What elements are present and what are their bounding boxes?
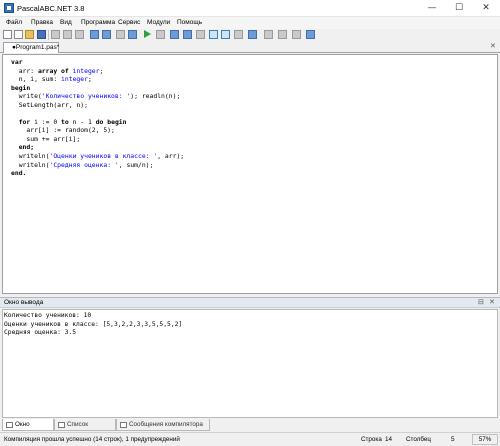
code-line: SetLength(arr, n); bbox=[11, 100, 88, 109]
toolbar bbox=[0, 29, 500, 41]
menu-edit[interactable]: Правка bbox=[31, 19, 53, 26]
code-line: write('Количество учеников: '); readln(n… bbox=[11, 92, 181, 101]
menu-bar: Файл Правка Вид Программа Сервис Модули … bbox=[0, 17, 500, 29]
menu-program[interactable]: Программа bbox=[81, 19, 115, 26]
help-icon[interactable] bbox=[306, 30, 315, 39]
output-pane-title: Окно вывода bbox=[4, 299, 44, 306]
undo-icon[interactable] bbox=[90, 30, 99, 39]
close-button[interactable]: ✕ bbox=[472, 0, 500, 17]
save-icon[interactable] bbox=[37, 30, 46, 39]
window-title: PascalABC.NET 3.8 bbox=[17, 4, 85, 13]
code-line: end. bbox=[11, 169, 27, 178]
options-icon[interactable] bbox=[292, 30, 301, 39]
status-message: Компиляция прошла успешно (14 строк), 1 … bbox=[4, 436, 180, 443]
tools-icon[interactable] bbox=[278, 30, 287, 39]
minimize-button[interactable]: — bbox=[418, 0, 446, 17]
code-line: arr: array of integer; bbox=[11, 66, 104, 75]
code-line: end; bbox=[11, 143, 35, 152]
maximize-button[interactable]: ☐ bbox=[445, 0, 473, 17]
copy-icon[interactable] bbox=[63, 30, 72, 39]
status-bar: Компиляция прошла успешно (14 строк), 1 … bbox=[0, 432, 500, 446]
code-text[interactable]: var arr: array of integer; n, i, sum: in… bbox=[11, 58, 184, 178]
code-line: writeln('Средняя оценка: ', sum/n); bbox=[11, 160, 154, 169]
form-icon[interactable] bbox=[248, 30, 257, 39]
new-file-icon[interactable] bbox=[3, 30, 12, 39]
run-icon[interactable] bbox=[144, 30, 151, 38]
output-line: Количество учеников: 10 bbox=[4, 312, 92, 319]
code-editor[interactable]: var arr: array of integer; n, i, sum: in… bbox=[2, 54, 498, 294]
tab-label: ●Program1.pas* bbox=[12, 44, 60, 51]
menu-service[interactable]: Сервис bbox=[118, 19, 140, 26]
code-line: arr[i] := random(2, 5); bbox=[11, 126, 115, 135]
editor-tab-strip: ●Program1.pas* bbox=[0, 41, 500, 53]
output-pane-header: Окно вывода ⊟ ✕ bbox=[0, 297, 500, 308]
step-icon[interactable] bbox=[183, 30, 192, 39]
debug-icon[interactable] bbox=[170, 30, 179, 39]
menu-help[interactable]: Помощь bbox=[177, 19, 202, 26]
code-line: n, i, sum: integer; bbox=[11, 75, 92, 84]
output-window[interactable]: Количество учеников: 10 Оценки учеников … bbox=[2, 309, 498, 418]
compiler-messages-icon bbox=[120, 422, 127, 428]
toolbar-separator bbox=[48, 30, 49, 40]
redo-icon[interactable] bbox=[102, 30, 111, 39]
layout3-icon[interactable] bbox=[234, 30, 243, 39]
menu-file[interactable]: Файл bbox=[6, 19, 22, 26]
code-line: var bbox=[11, 58, 23, 66]
column-label: Столбец bbox=[406, 436, 432, 443]
app-icon bbox=[4, 3, 14, 13]
tab-compiler-messages[interactable]: Сообщения компилятора bbox=[116, 419, 210, 431]
paste-icon[interactable] bbox=[75, 30, 84, 39]
open-icon[interactable] bbox=[25, 30, 34, 39]
error-list-icon bbox=[58, 422, 65, 428]
cut-icon[interactable] bbox=[51, 30, 60, 39]
code-line: writeln('Оценки учеников в классе: ', ar… bbox=[11, 152, 185, 161]
row-value: 14 bbox=[385, 436, 393, 443]
output-text: Количество учеников: 10 Оценки учеников … bbox=[4, 312, 182, 338]
layout2-icon[interactable] bbox=[221, 30, 230, 39]
new-window-icon[interactable] bbox=[14, 30, 23, 39]
tab-label: Сообщения компилятора bbox=[129, 421, 203, 428]
output-window-icon bbox=[6, 422, 13, 428]
bottom-tab-strip: Окно вывода Список ошибок Сообщения комп… bbox=[0, 419, 500, 440]
output-line: Оценки учеников в классе: [5,3,2,2,3,3,5… bbox=[4, 320, 183, 328]
column-value: 5 bbox=[451, 436, 455, 443]
layout-icon[interactable] bbox=[209, 30, 218, 39]
output-line: Средняя оценка: 3.5 bbox=[4, 329, 77, 337]
menu-view[interactable]: Вид bbox=[60, 19, 72, 26]
row-label: Строка bbox=[361, 436, 382, 443]
step-over-icon[interactable] bbox=[196, 30, 205, 39]
code-line: sum += arr[i]; bbox=[11, 134, 81, 143]
stop-icon[interactable] bbox=[156, 30, 165, 39]
menu-modules[interactable]: Модули bbox=[147, 19, 170, 26]
find-icon[interactable] bbox=[128, 30, 137, 39]
title-bar: PascalABC.NET 3.8 — ☐ ✕ bbox=[0, 0, 500, 17]
tab-program1[interactable]: ●Program1.pas* bbox=[3, 42, 59, 53]
tab-error-list[interactable]: Список ошибок bbox=[54, 419, 116, 440]
pin-icon[interactable]: ⊟ bbox=[478, 298, 484, 306]
window-icon[interactable] bbox=[264, 30, 273, 39]
close-output-icon[interactable]: ✕ bbox=[489, 298, 495, 306]
code-line: begin bbox=[11, 83, 31, 92]
close-tab-icon[interactable]: ✕ bbox=[490, 42, 496, 50]
format-icon[interactable] bbox=[116, 30, 125, 39]
zoom-level[interactable]: 57% bbox=[472, 434, 498, 445]
code-line: for i := 0 to n - 1 do begin bbox=[18, 117, 127, 126]
tab-output-window[interactable]: Окно вывода bbox=[2, 419, 54, 440]
